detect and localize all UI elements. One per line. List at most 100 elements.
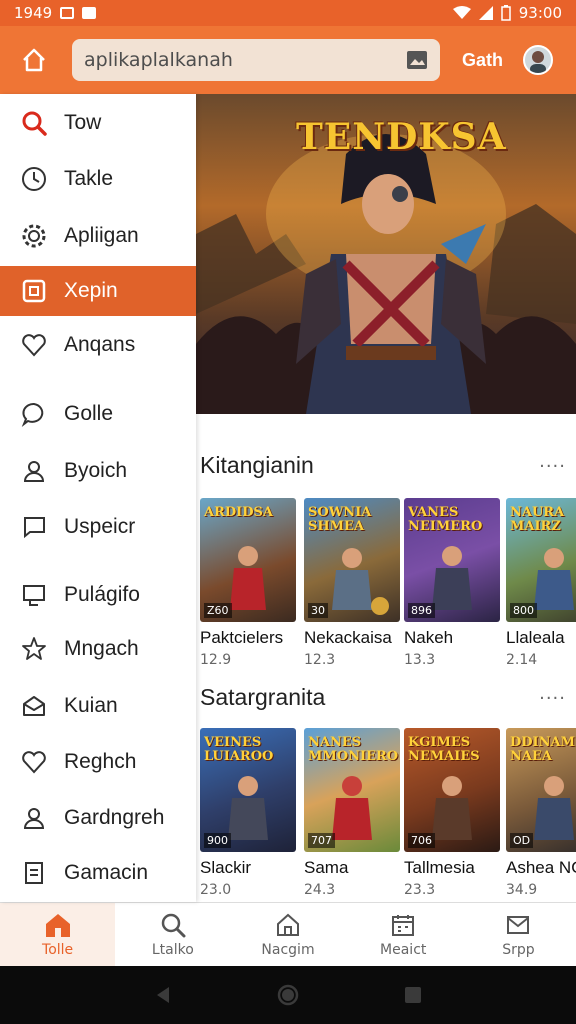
- sidebar-item-takle[interactable]: Takle: [0, 154, 196, 204]
- game-card[interactable]: ARDIDSA Z60 Paktcielers 12.9: [200, 498, 296, 668]
- game-card[interactable]: VEINES LUIAROO 900 Slackir 23.0: [200, 728, 296, 898]
- card-rating: 24.3: [304, 882, 336, 898]
- card-rating: 2.14: [506, 652, 538, 668]
- nav-label: Tolle: [42, 941, 74, 958]
- house-icon: [277, 913, 299, 936]
- search-input[interactable]: aplikaplalkanah: [72, 39, 440, 81]
- sidebar-item-golle[interactable]: Golle: [0, 389, 196, 439]
- nav-label: Nacgim: [261, 941, 315, 958]
- sidebar-item-label: Gamacin: [64, 861, 149, 884]
- hero-title: TENDKSA: [296, 116, 507, 158]
- app-bar: aplikaplalkanah Gath: [0, 26, 576, 94]
- recents-icon[interactable]: [403, 985, 423, 1005]
- nav-tab-mail[interactable]: Srpp: [461, 903, 576, 966]
- wifi-icon: [452, 6, 471, 19]
- back-icon[interactable]: [153, 985, 173, 1005]
- game-card[interactable]: KGIMES NEMAIES 706 Tallmesia 23.3: [404, 728, 500, 898]
- nav-label: Srpp: [502, 941, 535, 958]
- heart-icon: [20, 748, 48, 776]
- game-card[interactable]: NAURA MAIRZ 800 Llaleala 2.14: [506, 498, 576, 668]
- nav-tab-house[interactable]: Nacgim: [230, 903, 345, 966]
- star-icon: [20, 635, 48, 663]
- sidebar-item-mngach[interactable]: Mngach: [0, 624, 196, 674]
- game-card[interactable]: SOWNIA SHMEA 30 Nekackaisa 12.3: [304, 498, 400, 668]
- sidebar-item-label: Anqans: [64, 333, 136, 356]
- card-rating: 23.0: [200, 882, 232, 898]
- game-cover: DDINAM NAEA OD: [506, 728, 576, 852]
- sidebar-item-label: Uspeicr: [64, 515, 136, 538]
- sidebar-item-uspeicr[interactable]: Uspeicr: [0, 502, 196, 552]
- card-badge: 896: [408, 603, 435, 618]
- system-navigation-bar: [0, 966, 576, 1024]
- nav-label: Meaict: [380, 941, 427, 958]
- sidebar: Tow Takle Apliigan Xepin Anqans Golle By…: [0, 94, 196, 902]
- game-card[interactable]: VANES NEIMERO 896 Nakeh 13.3: [404, 498, 500, 668]
- battery-icon: [501, 5, 511, 21]
- sidebar-item-kuian[interactable]: Kuian: [0, 681, 196, 731]
- sidebar-item-label: Reghch: [64, 750, 137, 773]
- sidebar-item-gamacin[interactable]: Gamacin: [0, 848, 196, 898]
- card-rating: 12.9: [200, 652, 232, 668]
- card-badge: 900: [204, 833, 231, 848]
- calendar-icon: [392, 914, 415, 936]
- user-name[interactable]: Gath: [462, 50, 503, 71]
- more-options-button[interactable]: ····: [539, 456, 566, 477]
- sidebar-item-gardngreh[interactable]: Gardngreh: [0, 793, 196, 843]
- sidebar-item-xepin[interactable]: Xepin: [0, 266, 196, 316]
- sidebar-item-anqans[interactable]: Anqans: [0, 320, 196, 370]
- card-badge: 707: [308, 833, 335, 848]
- sidebar-item-apliigan[interactable]: Apliigan: [0, 211, 196, 261]
- sidebar-item-byoich[interactable]: Byoich: [0, 446, 196, 496]
- card-title: Paktcielers: [200, 628, 284, 647]
- game-card[interactable]: NANES MMONIERO 707 Sama 24.3: [304, 728, 400, 898]
- status-time: 1949: [14, 4, 53, 22]
- sidebar-item-tow[interactable]: Tow: [0, 98, 196, 148]
- sidebar-item-reghch[interactable]: Reghch: [0, 737, 196, 787]
- home-button[interactable]: [14, 40, 54, 80]
- person-icon: [530, 51, 547, 73]
- card-title: Nekackaisa: [304, 628, 392, 647]
- status-bar: 1949 93:00: [0, 0, 576, 26]
- card-badge: 30: [308, 603, 328, 618]
- home-icon: [45, 913, 70, 937]
- message-icon: [20, 513, 48, 541]
- mail-open-icon: [20, 692, 48, 720]
- sidebar-item-label: Gardngreh: [64, 806, 165, 829]
- chat-bubble-icon: [20, 400, 48, 428]
- more-options-button[interactable]: ····: [539, 688, 566, 709]
- sidebar-item-label: Pulágifo: [64, 583, 140, 606]
- sidebar-item-label: Apliigan: [64, 224, 139, 247]
- heart-icon: [20, 331, 48, 359]
- clock-icon: [20, 165, 48, 193]
- mail-icon: [507, 915, 530, 934]
- game-cover: SOWNIA SHMEA 30: [304, 498, 400, 622]
- game-cover: KGIMES NEMAIES 706: [404, 728, 500, 852]
- card-title: Sama: [304, 858, 349, 877]
- sidebar-item-label: Takle: [64, 167, 114, 190]
- card-rating: 12.3: [304, 652, 336, 668]
- square-icon: [20, 277, 48, 305]
- nav-tab-calendar[interactable]: Meaict: [346, 903, 461, 966]
- home-circle-icon[interactable]: [277, 984, 299, 1006]
- search-icon: [161, 913, 186, 937]
- nav-tab-home[interactable]: Tolle: [0, 903, 116, 966]
- home-icon: [23, 48, 45, 72]
- avatar[interactable]: [523, 45, 554, 75]
- game-card[interactable]: DDINAM NAEA OD Ashea NO 34.9: [506, 728, 576, 898]
- image-search-icon[interactable]: [406, 50, 428, 70]
- card-title: Llaleala: [506, 628, 565, 647]
- signal-icon: [478, 6, 493, 20]
- nav-tab-search[interactable]: Ltalko: [115, 903, 230, 966]
- hero-banner[interactable]: TENDKSA: [196, 94, 576, 414]
- document-icon: [20, 859, 48, 887]
- card-badge: 706: [408, 833, 435, 848]
- sidebar-item-pulagifo[interactable]: Pulágifo: [0, 570, 196, 620]
- card-badge: Z60: [204, 603, 232, 618]
- monitor-icon: [20, 581, 48, 609]
- search-value: aplikaplalkanah: [84, 49, 233, 71]
- card-badge: OD: [510, 833, 534, 848]
- card-title: Ashea NO: [506, 858, 576, 877]
- card-rating: 34.9: [506, 882, 538, 898]
- card-rating: 23.3: [404, 882, 436, 898]
- section-title: Kitangianin: [200, 452, 314, 478]
